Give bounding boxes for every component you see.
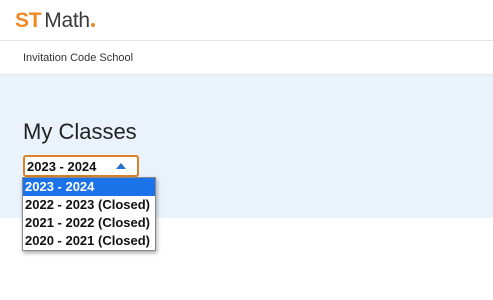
school-year-select-value: 2023 - 2024 [27, 159, 97, 174]
logo-st-text: ST [15, 9, 42, 32]
top-header: ST Math [0, 0, 493, 41]
caret-up-icon [116, 163, 126, 169]
school-year-option[interactable]: 2020 - 2021 (Closed) [23, 232, 155, 250]
logo-dot-icon [90, 23, 95, 27]
school-year-dropdown-list: 2023 - 2024 2022 - 2023 (Closed) 2021 - … [22, 177, 156, 251]
school-year-option[interactable]: 2022 - 2023 (Closed) [23, 196, 155, 214]
logo-math-text: Math [44, 9, 90, 32]
school-year-option[interactable]: 2023 - 2024 [23, 178, 155, 196]
school-bar: Invitation Code School [0, 41, 493, 75]
page: ST Math Invitation Code School My Classes… [0, 0, 493, 300]
school-year-option[interactable]: 2021 - 2022 (Closed) [23, 214, 155, 232]
school-year-select[interactable]: 2023 - 2024 [23, 155, 139, 177]
st-math-logo[interactable]: ST Math [15, 8, 95, 34]
school-name: Invitation Code School [23, 52, 134, 64]
page-title: My Classes [23, 119, 137, 144]
